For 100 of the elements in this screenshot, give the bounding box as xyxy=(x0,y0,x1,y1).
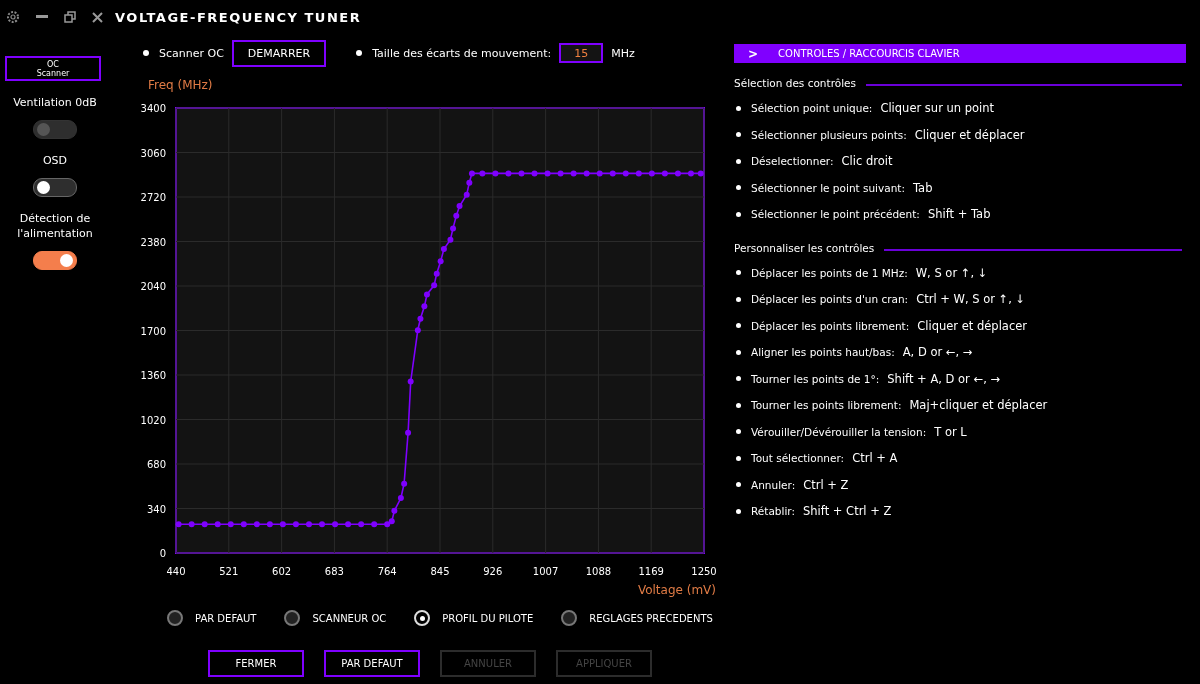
curve-point[interactable] xyxy=(453,212,460,219)
curve-point[interactable] xyxy=(391,507,398,514)
curve-point[interactable] xyxy=(253,521,260,528)
curve-point[interactable] xyxy=(456,203,463,210)
shortcut-keys: Cliquer et déplacer xyxy=(917,318,1027,333)
curve-point[interactable] xyxy=(292,521,299,528)
curve-point[interactable] xyxy=(332,521,339,528)
curve-point[interactable] xyxy=(622,170,629,177)
curve-point[interactable] xyxy=(345,521,352,528)
shortcut-action: Sélectionner plusieurs points: xyxy=(751,128,907,141)
curve-point[interactable] xyxy=(609,170,616,177)
shortcut-action: Déplacer les points librement: xyxy=(751,319,910,332)
toggle-label: Ventilation 0dB xyxy=(13,95,97,110)
curve-point[interactable] xyxy=(583,170,590,177)
curve-point[interactable] xyxy=(417,315,424,322)
section-title: Sélection des contrôles xyxy=(734,77,856,89)
curve-point[interactable] xyxy=(570,170,577,177)
curve-point[interactable] xyxy=(240,521,247,528)
x-tick-label: 926 xyxy=(483,566,503,577)
curve-point[interactable] xyxy=(405,429,412,436)
section-header[interactable]: > CONTROLES / RACCOURCIS CLAVIER xyxy=(734,44,1186,63)
shortcut-keys: Clic droit xyxy=(841,154,893,169)
curve-point[interactable] xyxy=(466,179,473,186)
curve-point[interactable] xyxy=(188,521,195,528)
radio-button[interactable] xyxy=(561,610,578,626)
curve-point[interactable] xyxy=(674,170,681,177)
shortcut-keys: T or L xyxy=(934,424,967,439)
curve-point[interactable] xyxy=(433,270,440,277)
close-icon[interactable] xyxy=(92,11,103,23)
curve-point[interactable] xyxy=(557,170,564,177)
curve-point[interactable] xyxy=(319,521,325,528)
curve-point[interactable] xyxy=(447,236,454,243)
step-label: Taille des écarts de mouvement: xyxy=(372,46,552,60)
curve-point[interactable] xyxy=(397,495,404,502)
radio-label: REGLAGES PRECEDENTS xyxy=(589,612,713,624)
restore-icon[interactable] xyxy=(64,11,76,23)
curve-point[interactable] xyxy=(358,521,365,528)
radio-button[interactable] xyxy=(167,610,183,626)
curve-point[interactable] xyxy=(468,170,475,177)
step-field[interactable]: 15 xyxy=(559,43,604,63)
shortcut-keys: Shift + Ctrl + Z xyxy=(803,504,892,519)
curve-point[interactable] xyxy=(635,170,642,177)
curve-point[interactable] xyxy=(401,480,408,487)
minimize-icon[interactable] xyxy=(36,15,48,19)
shortcut-keys: Cliquer sur un point xyxy=(880,101,995,116)
curve-point[interactable] xyxy=(544,170,551,177)
oc-scanner-button[interactable]: OC Scanner xyxy=(5,56,101,81)
shortcut-action: Déplacer les points d'un cran: xyxy=(751,293,909,306)
curve-point[interactable] xyxy=(697,170,704,177)
shortcut-keys: Tab xyxy=(913,180,933,195)
curve-point[interactable] xyxy=(431,282,438,289)
curve-point[interactable] xyxy=(306,521,312,528)
curve-point[interactable] xyxy=(407,378,414,385)
curve-point[interactable] xyxy=(371,521,378,528)
y-axis-label: Freq (MHz) xyxy=(148,78,213,92)
toggle-switch[interactable] xyxy=(33,178,77,197)
curve-point[interactable] xyxy=(518,170,525,177)
curve-point[interactable] xyxy=(596,170,603,177)
shortcut-action: Tourner les points librement: xyxy=(751,399,902,412)
curve-point[interactable] xyxy=(266,521,273,528)
curve-point[interactable] xyxy=(421,303,428,310)
curve-point[interactable] xyxy=(648,170,655,177)
curve-point[interactable] xyxy=(505,170,512,177)
curve-point[interactable] xyxy=(450,225,457,232)
settings-icon[interactable] xyxy=(6,10,20,24)
start-button[interactable]: DEMARRER xyxy=(231,39,327,67)
curve-point[interactable] xyxy=(414,327,421,334)
action-button[interactable]: PAR DEFAUT xyxy=(324,650,420,677)
curve-point[interactable] xyxy=(201,521,208,528)
header-title: CONTROLES / RACCOURCIS CLAVIER xyxy=(778,48,960,59)
window-title: VOLTAGE-FREQUENCY TUNER xyxy=(114,9,362,25)
curve-point[interactable] xyxy=(437,258,444,265)
shortcut-keys: A, D or ←, → xyxy=(902,345,973,360)
curve-point[interactable] xyxy=(175,521,182,528)
x-tick-label: 1169 xyxy=(638,566,664,577)
shortcut-action: Déplacer les points de 1 MHz: xyxy=(751,266,908,279)
shortcut-action: Vérouiller/Dévérouiller la tension: xyxy=(751,425,927,438)
shortcut-keys: Ctrl + Z xyxy=(803,477,849,492)
curve-point[interactable] xyxy=(492,170,499,177)
curve-point[interactable] xyxy=(531,170,538,177)
curve-point[interactable] xyxy=(440,246,447,253)
curve-point[interactable] xyxy=(463,191,470,198)
curve-point[interactable] xyxy=(214,521,221,528)
curve-point[interactable] xyxy=(661,170,668,177)
curve-point[interactable] xyxy=(279,521,286,528)
curve-point[interactable] xyxy=(687,170,694,177)
curve-point[interactable] xyxy=(479,170,486,177)
toggle-label: Détection de l'alimentation xyxy=(16,211,94,241)
curve-point[interactable] xyxy=(423,291,430,298)
action-button[interactable]: FERMER xyxy=(208,650,304,677)
curve-point[interactable] xyxy=(227,521,234,528)
y-tick-label: 3060 xyxy=(140,147,166,159)
y-tick-label: 680 xyxy=(146,459,166,470)
curve-point[interactable] xyxy=(384,521,391,528)
radio-button[interactable] xyxy=(284,610,301,626)
y-tick-label: 0 xyxy=(159,548,166,559)
toggle-switch[interactable] xyxy=(33,251,77,270)
y-tick-label: 1020 xyxy=(140,414,166,426)
radio-label: SCANNEUR OC xyxy=(312,612,387,624)
curve-point[interactable] xyxy=(388,518,395,525)
